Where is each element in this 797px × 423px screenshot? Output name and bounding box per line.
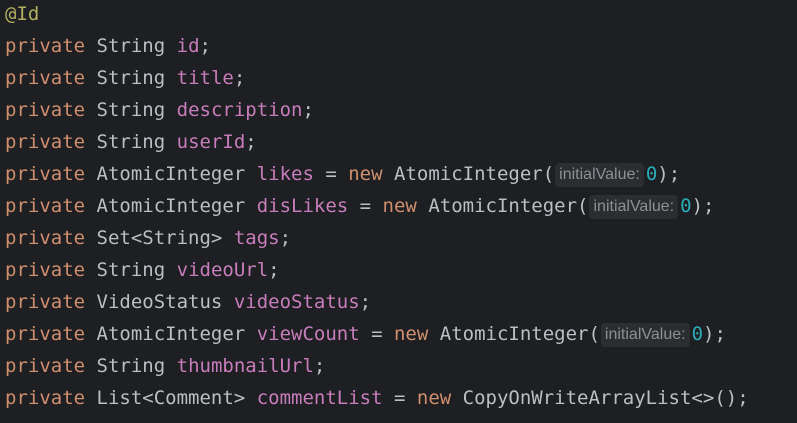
code-line-id[interactable]: private String id; [0, 32, 797, 64]
line-end: ; [313, 355, 326, 377]
line-end: ; [279, 227, 292, 249]
constructor-call: AtomicInteger( [439, 323, 600, 345]
code-line-annotation[interactable]: @Id [0, 0, 797, 32]
line-end: ; [359, 291, 372, 313]
code-line-videostatus[interactable]: private VideoStatus videoStatus; [0, 288, 797, 320]
modifier-keyword: private [5, 67, 86, 89]
field-type: List<Comment> [96, 387, 246, 409]
modifier-keyword: private [5, 355, 86, 377]
modifier-keyword: private [5, 259, 86, 281]
modifier-keyword: private [5, 99, 86, 121]
line-end: ; [233, 67, 246, 89]
line-end: ); [691, 195, 715, 217]
new-keyword: new [348, 163, 383, 185]
assign-operator: = [348, 195, 383, 217]
field-name: viewCount [256, 323, 360, 345]
code-line-videourl[interactable]: private String videoUrl; [0, 256, 797, 288]
constructor-call: AtomicInteger( [394, 163, 555, 185]
code-line-likes[interactable]: private AtomicInteger likes = new Atomic… [0, 160, 797, 192]
field-type: String [96, 131, 166, 153]
new-keyword: new [416, 387, 452, 409]
number-literal: 0 [680, 195, 692, 217]
line-end: ); [703, 323, 726, 345]
field-type: AtomicInteger [96, 323, 246, 345]
code-editor[interactable]: @Id private String id; private String ti… [0, 0, 797, 423]
modifier-keyword: private [5, 227, 86, 249]
line-end: ; [268, 259, 280, 281]
code-line-viewcount[interactable]: private AtomicInteger viewCount = new At… [0, 320, 797, 352]
field-type: String [96, 35, 166, 57]
modifier-keyword: private [5, 131, 86, 153]
annotation-id: @Id [5, 3, 40, 25]
modifier-keyword: private [5, 35, 86, 57]
modifier-keyword: private [5, 387, 86, 409]
field-type: Set<String> [96, 227, 223, 249]
modifier-keyword: private [5, 195, 86, 217]
number-literal: 0 [691, 323, 704, 345]
parameter-hint: initialValue: [589, 195, 679, 219]
line-end: ); [725, 387, 749, 409]
field-type: AtomicInteger [96, 195, 246, 217]
modifier-keyword: private [5, 163, 86, 185]
new-keyword: new [393, 323, 429, 345]
new-keyword: new [382, 195, 417, 217]
field-name: title [176, 67, 234, 89]
field-name: disLikes [256, 195, 349, 217]
code-line-tags[interactable]: private Set<String> tags; [0, 224, 797, 256]
assign-operator: = [382, 387, 417, 409]
field-name: likes [256, 163, 314, 185]
line-end: ; [302, 99, 314, 121]
field-type: String [96, 355, 166, 377]
assign-operator: = [313, 163, 349, 185]
line-end: ; [199, 35, 211, 57]
code-line-userid[interactable]: private String userId; [0, 128, 797, 160]
field-name: userId [176, 131, 246, 153]
number-literal: 0 [645, 163, 658, 185]
field-name: id [176, 35, 200, 57]
line-end: ); [657, 163, 681, 185]
code-line-commentlist[interactable]: private List<Comment> commentList = new … [0, 384, 797, 416]
code-line-dislikes[interactable]: private AtomicInteger disLikes = new Ato… [0, 192, 797, 224]
parameter-hint: initialValue: [600, 323, 690, 347]
code-line-title[interactable]: private String title; [0, 64, 797, 96]
modifier-keyword: private [5, 323, 86, 345]
field-type: String [96, 99, 166, 121]
field-name: description [176, 99, 303, 121]
field-name: commentList [256, 387, 383, 409]
field-type: VideoStatus [96, 291, 223, 313]
line-end: ; [245, 131, 257, 153]
modifier-keyword: private [5, 291, 86, 313]
code-line-description[interactable]: private String description; [0, 96, 797, 128]
field-type: String [96, 259, 166, 281]
field-type: AtomicInteger [96, 163, 246, 185]
code-line-thumbnailurl[interactable]: private String thumbnailUrl; [0, 352, 797, 384]
assign-operator: = [359, 323, 394, 345]
constructor-call: AtomicInteger( [428, 195, 589, 217]
constructor-call: CopyOnWriteArrayList<>( [462, 387, 726, 409]
parameter-hint: initialValue: [555, 163, 644, 187]
field-type: String [96, 67, 166, 89]
field-name: thumbnailUrl [176, 355, 314, 377]
field-name: videoUrl [176, 259, 269, 281]
field-name: tags [233, 227, 280, 249]
field-name: videoStatus [233, 291, 360, 313]
